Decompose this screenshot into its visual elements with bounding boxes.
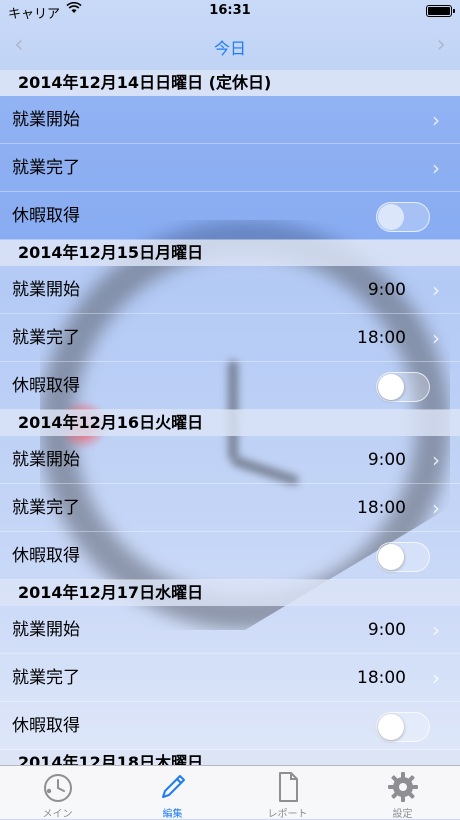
toggle-knob — [378, 714, 404, 740]
chevron-right-icon: › — [432, 666, 440, 690]
row-value: 9:00 — [367, 620, 406, 640]
row-value: 9:00 — [367, 280, 406, 300]
day-header: 2014年12月18日木曜日 — [0, 750, 460, 765]
gear-icon — [386, 770, 420, 804]
chevron-right-icon[interactable]: › — [436, 30, 446, 58]
chevron-right-icon: › — [432, 496, 440, 520]
row-value: 18:00 — [357, 498, 406, 518]
day-header: 2014年12月15日月曜日 — [0, 240, 460, 266]
vacation-row: 休暇取得 — [0, 532, 460, 580]
row-label: 就業完了 — [12, 498, 80, 518]
today-button[interactable]: 今日 — [0, 35, 460, 59]
work-end-row[interactable]: 就業完了 18:00 › — [0, 484, 460, 532]
status-bar: キャリア 16:31 — [0, 0, 460, 22]
chevron-right-icon: › — [432, 326, 440, 350]
tab-bar: メイン 編集 レポート 設定 — [0, 765, 460, 820]
document-icon — [271, 770, 305, 804]
row-label: 就業完了 — [12, 668, 80, 688]
toggle-knob — [378, 544, 404, 570]
vacation-row: 休暇取得 — [0, 192, 460, 240]
row-label: 休暇取得 — [12, 546, 80, 566]
day-header: 2014年12月17日水曜日 — [0, 580, 460, 606]
row-label: 就業完了 — [12, 158, 80, 178]
work-start-row[interactable]: 就業開始 9:00 › — [0, 266, 460, 314]
vacation-toggle[interactable] — [376, 202, 430, 232]
day-header: 2014年12月14日日曜日 (定休日) — [0, 70, 460, 96]
work-start-row[interactable]: 就業開始 9:00 › — [0, 436, 460, 484]
vacation-row: 休暇取得 — [0, 362, 460, 410]
tab-report[interactable]: レポート — [230, 766, 345, 820]
row-value: 18:00 — [357, 668, 406, 688]
chevron-right-icon: › — [432, 448, 440, 472]
work-end-row[interactable]: 就業完了 18:00 › — [0, 314, 460, 362]
vacation-toggle[interactable] — [376, 712, 430, 742]
toggle-knob — [378, 374, 404, 400]
schedule-list[interactable]: 2014年12月14日日曜日 (定休日) 就業開始 › 就業完了 › 休暇取得 … — [0, 70, 460, 765]
day-section: 2014年12月14日日曜日 (定休日) 就業開始 › 就業完了 › 休暇取得 — [0, 70, 460, 240]
row-label: 休暇取得 — [12, 376, 80, 396]
navigation-bar: ‹ 今日 › — [0, 22, 460, 70]
row-label: 休暇取得 — [12, 206, 80, 226]
row-label: 休暇取得 — [12, 716, 80, 736]
vacation-row: 休暇取得 — [0, 702, 460, 750]
day-section: 2014年12月16日火曜日 就業開始 9:00 › 就業完了 18:00 › … — [0, 410, 460, 580]
day-section: 2014年12月18日木曜日 — [0, 750, 460, 765]
toggle-knob — [378, 204, 404, 230]
work-start-row[interactable]: 就業開始 9:00 › — [0, 606, 460, 654]
row-value: 9:00 — [367, 450, 406, 470]
vacation-toggle[interactable] — [376, 372, 430, 402]
tab-main[interactable]: メイン — [0, 766, 115, 820]
chevron-right-icon: › — [432, 108, 440, 132]
row-label: 就業開始 — [12, 280, 80, 300]
chevron-right-icon: › — [432, 278, 440, 302]
row-value: 18:00 — [357, 328, 406, 348]
row-label: 就業開始 — [12, 110, 80, 130]
work-end-row[interactable]: 就業完了 › — [0, 144, 460, 192]
row-label: 就業開始 — [12, 620, 80, 640]
work-end-row[interactable]: 就業完了 18:00 › — [0, 654, 460, 702]
tab-settings[interactable]: 設定 — [345, 766, 460, 820]
pencil-icon — [156, 770, 190, 804]
tab-edit[interactable]: 編集 — [115, 766, 230, 820]
day-section: 2014年12月15日月曜日 就業開始 9:00 › 就業完了 18:00 › … — [0, 240, 460, 410]
work-start-row[interactable]: 就業開始 › — [0, 96, 460, 144]
clock-icon — [41, 770, 75, 804]
chevron-right-icon: › — [432, 156, 440, 180]
day-header: 2014年12月16日火曜日 — [0, 410, 460, 436]
chevron-right-icon: › — [432, 618, 440, 642]
row-label: 就業開始 — [12, 450, 80, 470]
status-time: 16:31 — [209, 3, 251, 18]
battery-icon — [426, 5, 455, 17]
day-section: 2014年12月17日水曜日 就業開始 9:00 › 就業完了 18:00 › … — [0, 580, 460, 750]
row-label: 就業完了 — [12, 328, 80, 348]
vacation-toggle[interactable] — [376, 542, 430, 572]
